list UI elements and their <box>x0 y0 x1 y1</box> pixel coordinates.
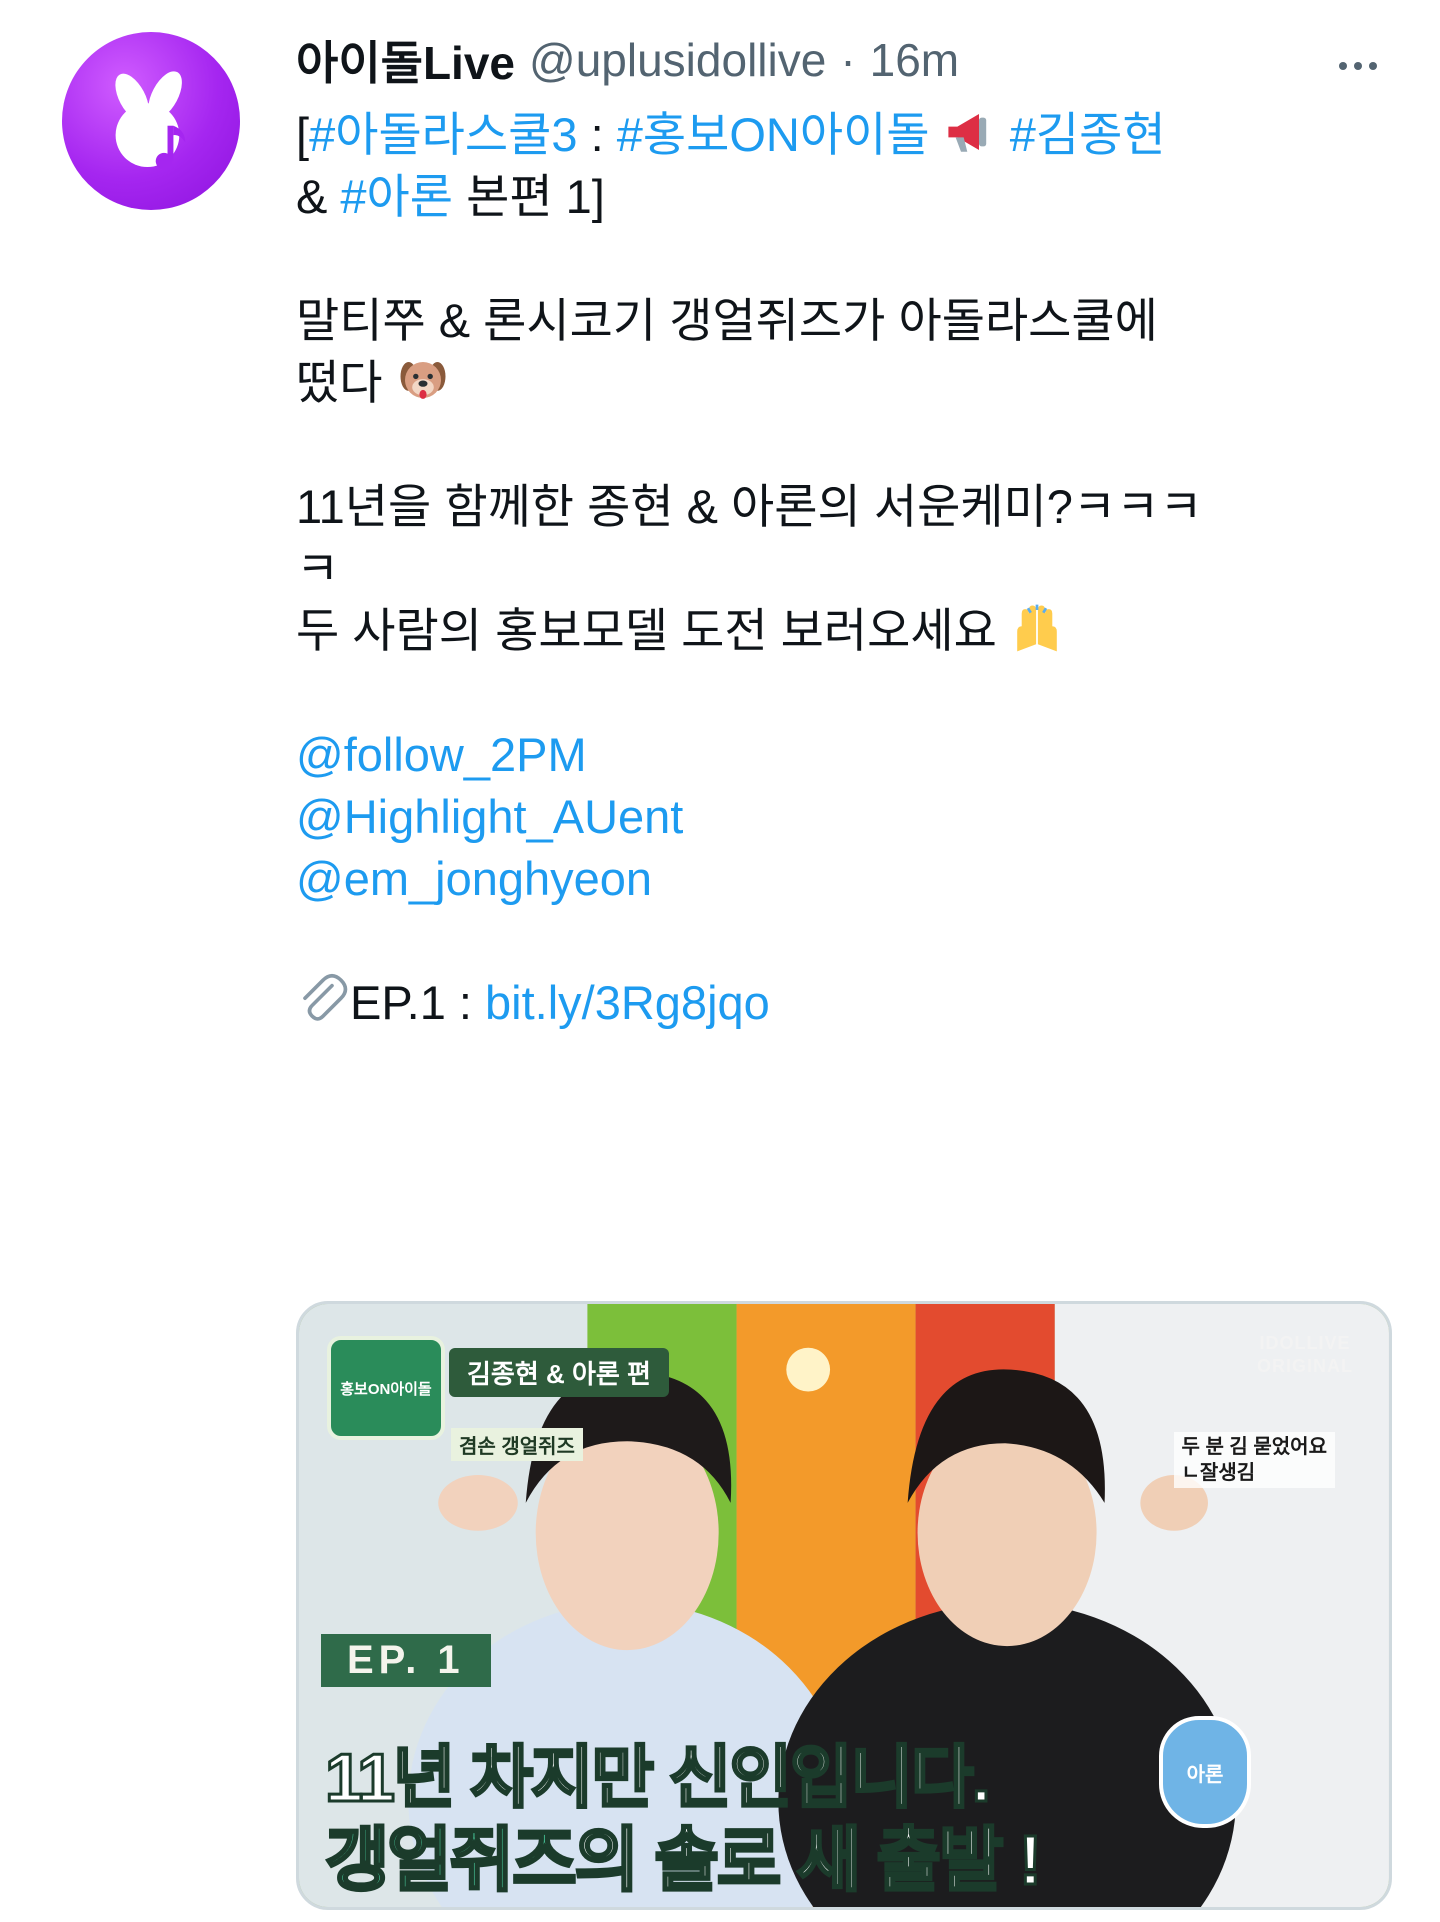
title-highlight: 갱얼쥐즈 <box>324 1820 579 1901</box>
thumbnail-episode-tag: 김종현 & 아론 편 <box>449 1348 669 1397</box>
text-line-2: & #아론 본편 1] <box>296 166 1406 228</box>
tweet-content: 아이돌Live @uplusidollive · 16m [#아돌라스쿨3 : … <box>296 22 1406 1034</box>
text-line-6: ㅋ <box>296 542 340 596</box>
text-line-4: 떴다 <box>296 352 1406 414</box>
rabbit-note-logo-icon <box>115 71 186 170</box>
paperclip-icon <box>303 974 348 1021</box>
tweet[interactable]: 아이돌Live @uplusidollive · 16m [#아돌라스쿨3 : … <box>0 0 1440 1922</box>
megaphone-icon <box>948 114 986 152</box>
note-line-1: 두 분 김 묻었어요 <box>1181 1436 1327 1458</box>
video-thumbnail[interactable]: 홍보ON아이돌 김종현 & 아론 편 겸손 갱얼쥐즈 IDOLLIVE ORIGI… <box>296 1301 1392 1910</box>
hashtag-kim-jonghyeon[interactable]: #김종현 <box>1010 108 1166 161</box>
thumbnail-title-line-2: 갱얼쥐즈의 솔로 새 출발 ! <box>324 1804 1044 1905</box>
text-line-3: 말티쭈 & 론시코기 갱얼쥐즈가 아돌라스쿨에 <box>296 294 1158 348</box>
hashtag-hongbo-on-idol[interactable]: #홍보ON아이돌 <box>617 108 930 161</box>
separator-dot: · <box>840 34 856 86</box>
colon-text: : <box>577 108 617 161</box>
thumbnail-note: 두 분 김 묻었어요 ㄴ잘생김 <box>1173 1432 1335 1488</box>
title-rest: 의 솔로 새 출발 ! <box>573 1820 1044 1901</box>
text-line-7: 두 사람의 홍보모델 도전 보러오세요 <box>296 600 1406 662</box>
tweet-header: 아이돌Live @uplusidollive · 16m <box>296 22 1406 98</box>
text-episode-label: 본편 1] <box>453 170 605 224</box>
thumbnail-badge: 홍보ON아이돌 <box>327 1336 445 1440</box>
text-tteotda: 떴다 <box>296 356 383 410</box>
text-line-5: 11년을 함께한 종현 & 아론의 서운케미?ㅋㅋㅋ <box>296 480 1203 534</box>
more-horizontal-icon[interactable] <box>1328 36 1388 96</box>
raising-hands-icon <box>1017 604 1057 652</box>
brand-line-1: IDOLLIVE <box>1259 1333 1351 1353</box>
author-handle[interactable]: @uplusidollive <box>529 33 826 87</box>
bracket-open: [ <box>296 108 310 161</box>
hashtag-aron[interactable]: #아론 <box>340 170 453 223</box>
text-line-1: [#아돌라스쿨3 : #홍보ON아이돌 #김종현 <box>296 104 1406 166</box>
thumbnail-caption: 겸손 갱얼쥐즈 <box>451 1428 583 1461</box>
mention-em-jonghyeon[interactable]: @em_jonghyeon <box>296 848 1406 910</box>
thumbnail-brand: IDOLLIVE ORIGINAL <box>1257 1332 1353 1379</box>
brand-line-2: ORIGINAL <box>1257 1356 1353 1377</box>
timestamp[interactable]: 16m <box>870 33 959 87</box>
tweet-text: [#아돌라스쿨3 : #홍보ON아이돌 #김종현 & #아론 본편 1] 말티쭈… <box>296 104 1406 1034</box>
mention-highlight-auent[interactable]: @Highlight_AUent <box>296 786 1406 848</box>
thumbnail-name-pin: 아론 <box>1159 1716 1251 1828</box>
thumbnail-ep-label: EP. 1 <box>321 1634 491 1687</box>
note-line-2: ㄴ잘생김 <box>1181 1462 1256 1484</box>
author-name[interactable]: 아이돌Live <box>296 27 515 93</box>
episode-label: EP.1 : <box>350 976 486 1030</box>
avatar[interactable] <box>62 32 240 210</box>
ampersand-text: & <box>296 170 341 224</box>
text-invite: 두 사람의 홍보모델 도전 보러오세요 <box>296 604 997 658</box>
hashtag-adolaschool3[interactable]: #아돌라스쿨3 <box>309 108 577 161</box>
dog-face-icon <box>400 362 446 399</box>
mention-follow-2pm[interactable]: @follow_2PM <box>296 724 1406 786</box>
text-line-ep: EP.1 : bit.ly/3Rg8jqo <box>296 972 1406 1034</box>
episode-link[interactable]: bit.ly/3Rg8jqo <box>485 976 770 1029</box>
